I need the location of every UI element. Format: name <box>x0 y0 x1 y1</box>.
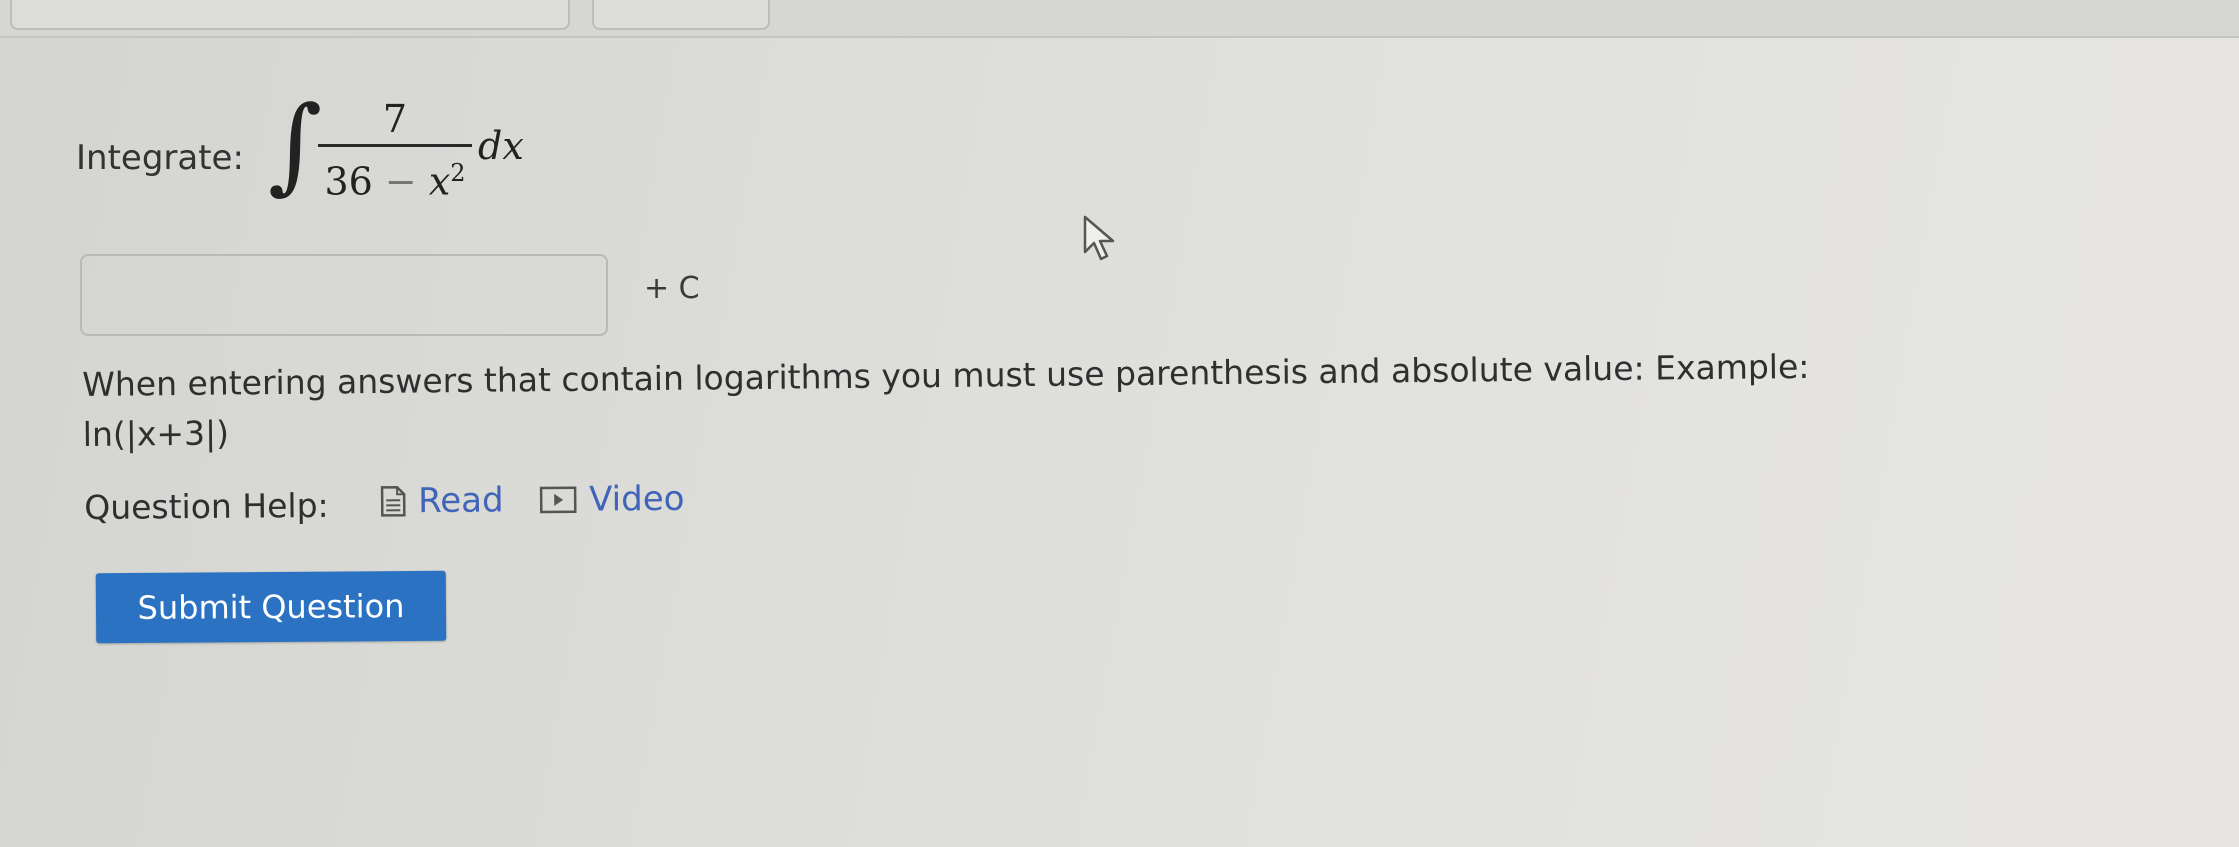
top-tab[interactable] <box>592 0 770 30</box>
video-link-label: Video <box>589 478 685 520</box>
answer-input[interactable] <box>80 254 608 336</box>
differential: dx <box>478 124 524 168</box>
fraction-bar <box>318 144 472 147</box>
denominator-variable: x <box>428 159 451 204</box>
top-tab[interactable] <box>10 0 570 30</box>
video-link[interactable]: Video <box>539 477 685 522</box>
mouse-pointer-icon <box>1083 215 1115 261</box>
play-icon <box>539 486 577 514</box>
constant-of-integration-label: + C <box>644 271 700 306</box>
document-icon <box>380 486 406 517</box>
denominator-constant: 36 <box>324 159 373 204</box>
question-help-label: Question Help: <box>84 485 329 527</box>
read-link[interactable]: Read <box>380 478 504 523</box>
fraction-numerator: 7 <box>382 97 408 141</box>
submit-question-button[interactable]: Submit Question <box>95 570 447 644</box>
fraction-denominator: 36 − x2 <box>318 151 472 204</box>
denominator-operator: − <box>384 159 417 204</box>
denominator-exponent: 2 <box>450 159 466 187</box>
read-link-label: Read <box>418 480 504 522</box>
top-tab-strip <box>0 0 2239 38</box>
integrand-fraction: 7 36 − x2 <box>318 96 472 204</box>
logarithm-instruction: When entering answers that contain logar… <box>82 342 1843 460</box>
question-prompt-label: Integrate: <box>76 138 244 178</box>
integral-symbol: ∫ <box>268 83 323 205</box>
